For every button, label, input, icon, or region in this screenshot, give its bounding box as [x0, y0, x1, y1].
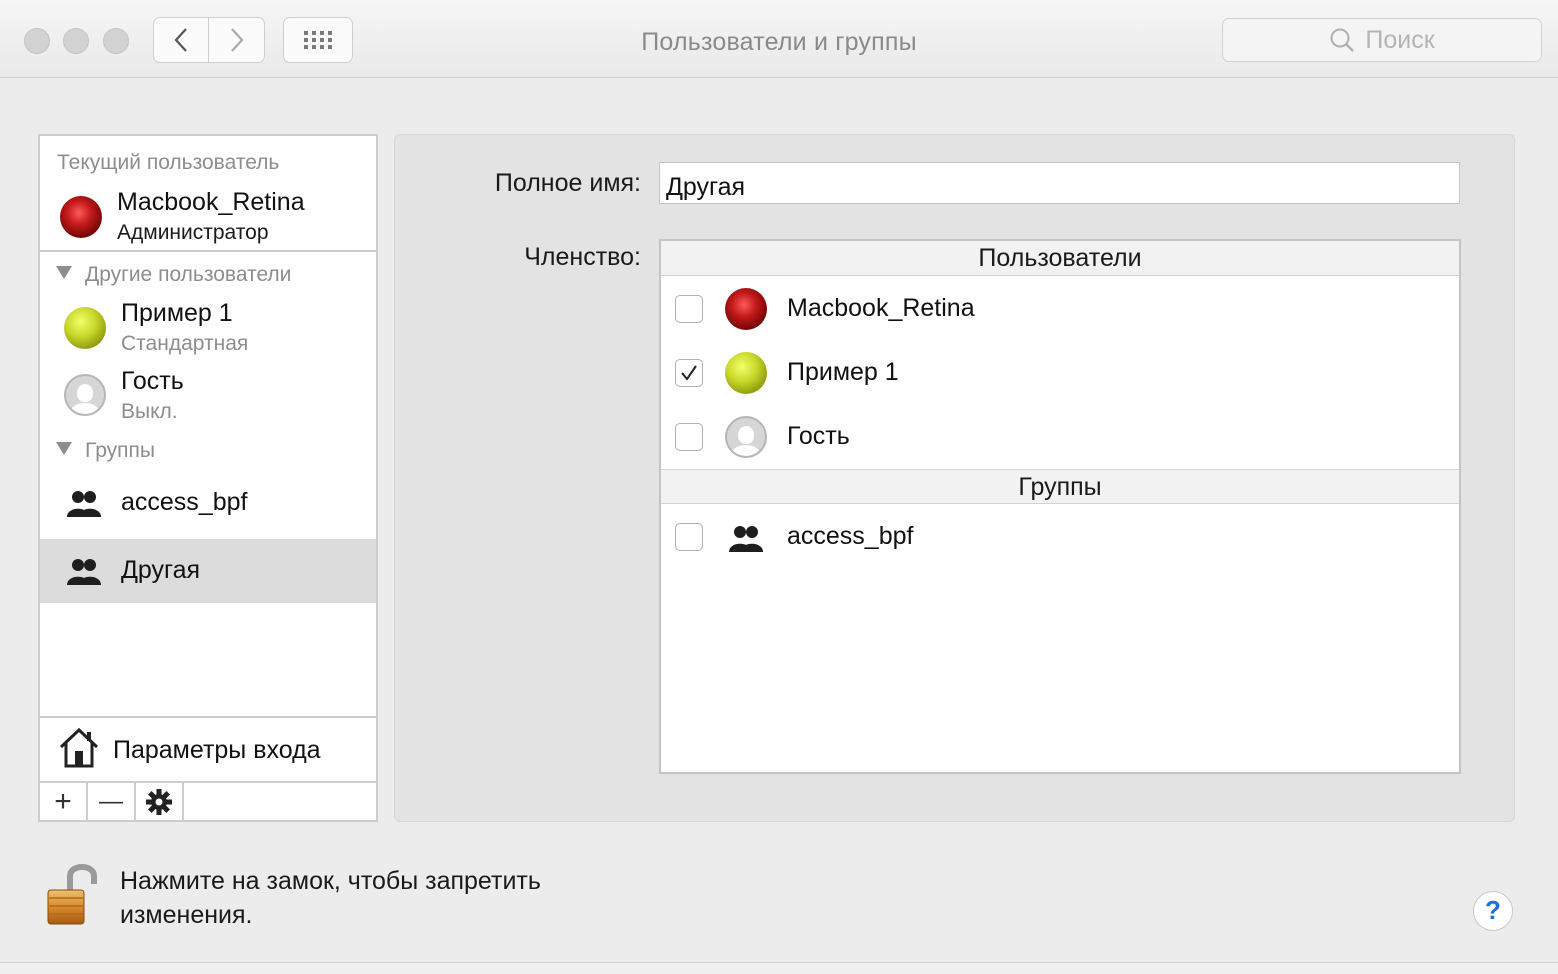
gear-icon — [146, 788, 172, 815]
other-users-header: Другие пользователи — [85, 263, 292, 286]
lock-message: Нажмите на замок, чтобы запретить измене… — [120, 867, 541, 929]
group-icon — [729, 526, 763, 552]
lock-open-icon[interactable] — [44, 862, 100, 928]
checkmark-icon — [681, 365, 697, 381]
remove-button[interactable]: — — [88, 783, 136, 820]
group-icon — [67, 491, 101, 517]
group-icon — [67, 559, 101, 585]
users-section-header: Пользователи — [661, 241, 1459, 276]
disclosure-triangle-icon[interactable] — [56, 442, 72, 455]
search-field[interactable]: Поиск — [1222, 18, 1542, 62]
member-name: Macbook_Retina — [787, 294, 975, 322]
member-checkbox[interactable] — [675, 423, 703, 451]
full-name-label: Полное имя: — [494, 169, 641, 197]
list-item-group-selected[interactable]: Другая — [40, 539, 376, 603]
list-toolbar: + — — [40, 781, 376, 820]
member-row-user: Гость — [661, 405, 1459, 469]
member-checkbox[interactable] — [675, 295, 703, 323]
house-icon — [59, 727, 99, 768]
member-row-user: Пример 1 — [661, 341, 1459, 405]
rose-avatar-icon — [725, 288, 767, 330]
user-role: Стандартная — [121, 332, 249, 355]
tennis-ball-avatar-icon — [64, 307, 106, 349]
groups-header: Группы — [85, 439, 155, 462]
user-name: Пример 1 — [121, 299, 233, 327]
member-name: access_bpf — [787, 522, 914, 550]
membership-list: Пользователи Macbook_Retina Пример 1 Гос… — [659, 239, 1461, 774]
tennis-ball-avatar-icon — [725, 352, 767, 394]
add-button[interactable]: + — [40, 783, 88, 820]
action-menu-button[interactable] — [136, 783, 184, 820]
search-placeholder: Поиск — [1365, 25, 1435, 54]
disclosure-triangle-icon[interactable] — [56, 266, 72, 279]
window-bottom-edge — [0, 962, 1558, 974]
user-role: Выкл. — [121, 400, 178, 423]
plus-icon: + — [54, 784, 72, 818]
group-detail-panel: Полное имя: Другая Членство: Пользовател… — [394, 134, 1515, 822]
member-checkbox[interactable] — [675, 523, 703, 551]
group-name: Другая — [121, 556, 201, 584]
guest-avatar-icon — [64, 374, 106, 416]
current-user-name: Macbook_Retina — [117, 188, 305, 216]
login-options-item[interactable]: Параметры входа — [40, 717, 376, 781]
help-button[interactable]: ? — [1473, 891, 1513, 931]
group-name: access_bpf — [121, 488, 248, 516]
divider — [40, 250, 376, 252]
current-user-role: Администратор — [117, 221, 269, 244]
rose-avatar-icon — [60, 196, 102, 238]
member-row-group: access_bpf — [661, 505, 1459, 569]
login-options-label: Параметры входа — [113, 736, 321, 764]
guest-avatar-icon — [725, 416, 767, 458]
member-name: Пример 1 — [787, 358, 899, 386]
minus-icon: — — [99, 787, 123, 815]
users-groups-list: Текущий пользователь Macbook_Retina Адми… — [38, 134, 378, 822]
member-name: Гость — [787, 422, 850, 450]
window-titlebar: Пользователи и группы Поиск — [0, 0, 1558, 78]
groups-section-header: Группы — [661, 469, 1459, 504]
current-user-header: Текущий пользователь — [57, 151, 280, 174]
membership-label: Членство: — [524, 243, 641, 271]
member-row-user: Macbook_Retina — [661, 277, 1459, 341]
user-name: Гость — [121, 367, 184, 395]
full-name-field[interactable]: Другая — [659, 162, 1460, 204]
search-icon — [1330, 28, 1355, 52]
member-checkbox-checked[interactable] — [675, 359, 703, 387]
